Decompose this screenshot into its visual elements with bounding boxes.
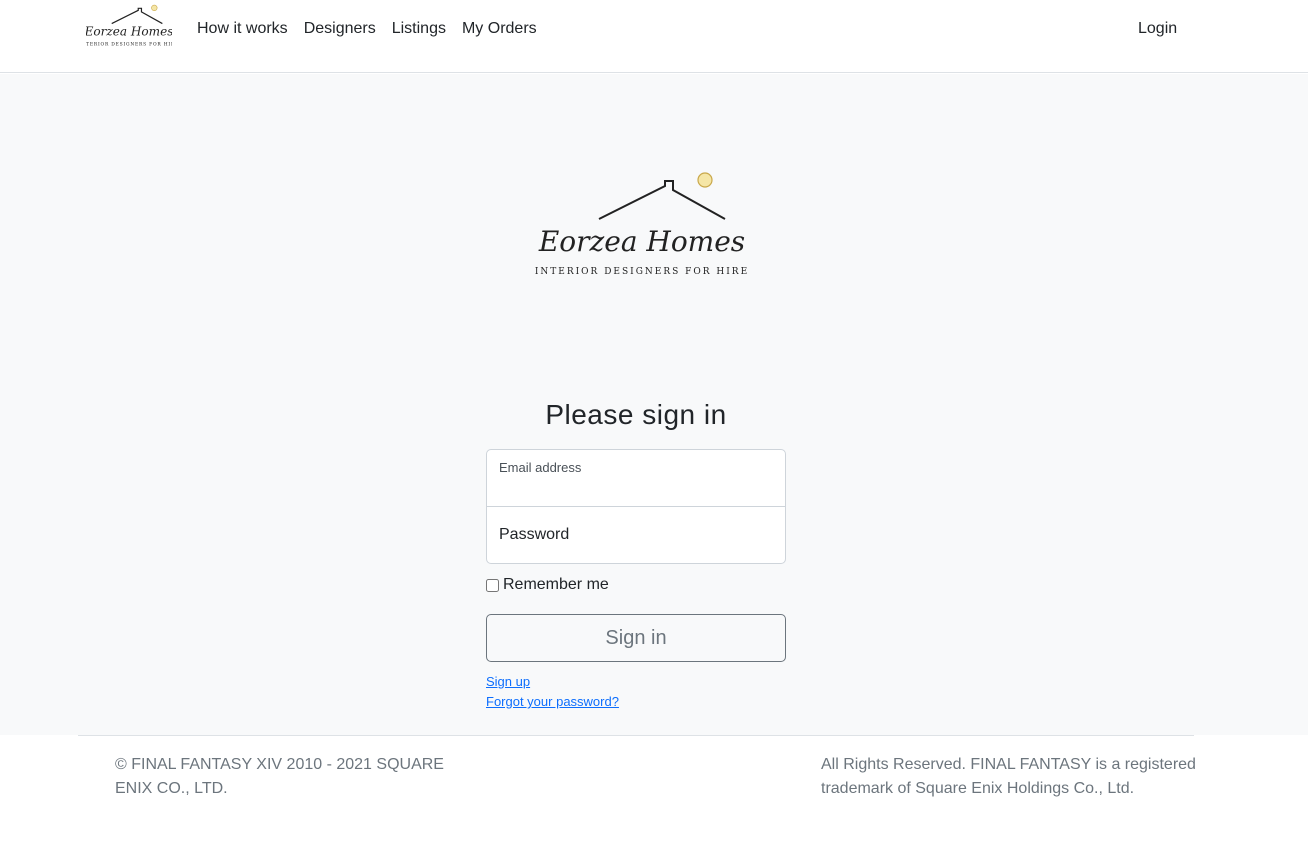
signin-section: Eorzea Homes INTERIOR DESIGNERS FOR HIRE…: [0, 74, 1308, 735]
hero-logo-tagline: INTERIOR DESIGNERS FOR HIRE: [535, 267, 749, 277]
footer-copyright: © FINAL FANTASY XIV 2010 - 2021 SQUARE E…: [115, 756, 444, 797]
main-nav: How it works Designers Listings My Order…: [197, 19, 553, 39]
footer-divider: [78, 735, 1194, 736]
footer-trademark: All Rights Reserved. FINAL FANTASY is a …: [821, 756, 1196, 797]
top-navbar: Eorzea Homes INTERIOR DESIGNERS FOR HIRE…: [0, 0, 1308, 73]
remember-me-label: Remember me: [503, 576, 609, 593]
brand-logo-script: Eorzea Homes: [86, 25, 172, 39]
email-input[interactable]: [499, 478, 773, 500]
signin-button[interactable]: Sign in: [486, 614, 786, 662]
brand-logo-tagline: INTERIOR DESIGNERS FOR HIRE: [86, 42, 172, 47]
forgot-password-link[interactable]: Forgot your password?: [486, 694, 619, 709]
nav-designers[interactable]: Designers: [304, 19, 376, 39]
email-label: Email address: [499, 460, 582, 475]
signup-link[interactable]: Sign up: [486, 674, 530, 689]
hero-logo-script: Eorzea Homes: [538, 225, 745, 258]
nav-listings[interactable]: Listings: [392, 19, 446, 39]
email-field[interactable]: Email address: [486, 449, 786, 507]
password-input[interactable]: [499, 523, 773, 547]
hero-logo: Eorzea Homes INTERIOR DESIGNERS FOR HIRE: [535, 172, 749, 277]
nav-my-orders[interactable]: My Orders: [462, 19, 537, 39]
remember-me-checkbox[interactable]: [486, 578, 499, 592]
nav-login[interactable]: Login: [1138, 19, 1177, 39]
password-field[interactable]: [486, 506, 786, 564]
signin-title: Please sign in: [545, 399, 727, 430]
remember-me[interactable]: Remember me: [486, 576, 609, 594]
brand-logo[interactable]: Eorzea Homes INTERIOR DESIGNERS FOR HIRE: [86, 4, 172, 48]
nav-how-it-works[interactable]: How it works: [197, 19, 288, 39]
